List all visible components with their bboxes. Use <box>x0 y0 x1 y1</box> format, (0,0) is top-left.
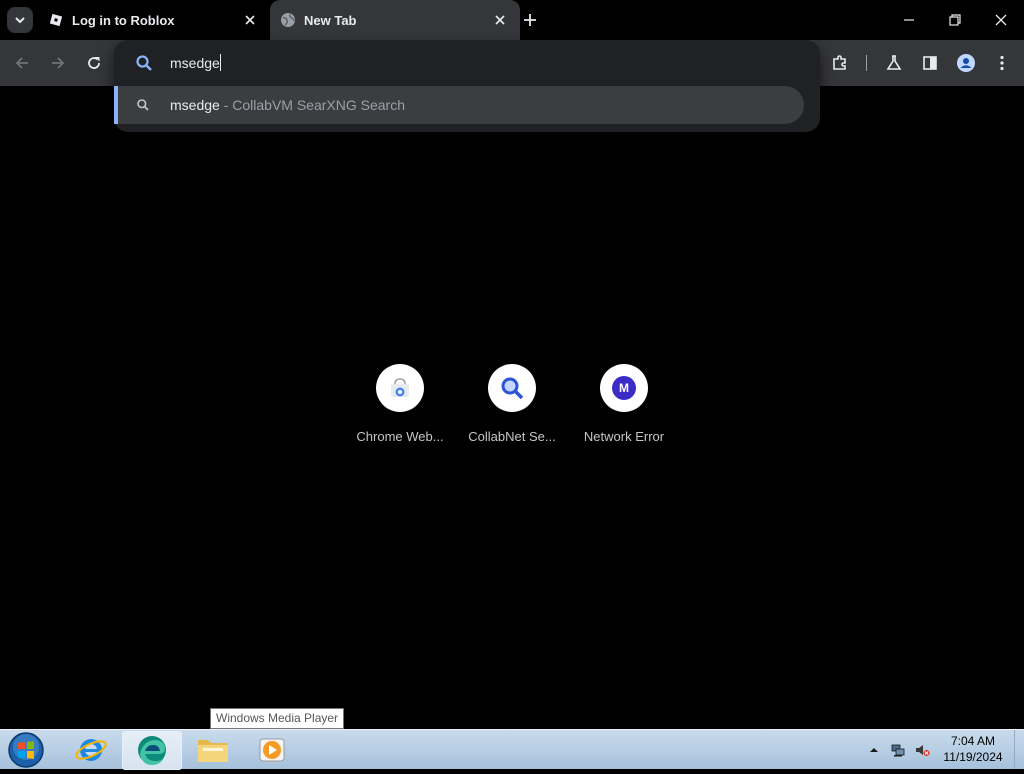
search-magnifier-icon <box>501 377 524 400</box>
search-icon <box>137 99 149 111</box>
address-bar-input[interactable] <box>170 52 770 74</box>
suggestion-query: msedge <box>170 97 220 113</box>
edge-icon <box>138 736 166 765</box>
text-caret <box>220 54 221 71</box>
minimize-icon[interactable] <box>899 10 919 30</box>
tab-roblox[interactable]: Log in to Roblox <box>38 0 270 40</box>
back-arrow-icon[interactable] <box>12 53 32 73</box>
globe-icon <box>281 13 295 27</box>
taskbar-tooltip: Windows Media Player <box>210 708 345 729</box>
chevron-down-icon <box>15 17 25 24</box>
roblox-icon <box>49 13 63 27</box>
tab-strip: Log in to Roblox New Tab <box>0 0 1024 40</box>
show-hidden-icons-arrow-icon[interactable] <box>866 742 882 758</box>
side-panel-icon[interactable] <box>920 53 940 73</box>
profile-avatar-icon[interactable] <box>956 53 976 73</box>
shortcut-network-error[interactable]: M Network Error <box>568 364 680 454</box>
taskbar-edge-browser[interactable] <box>122 731 182 770</box>
forward-arrow-icon[interactable] <box>48 53 68 73</box>
toolbar-divider <box>866 55 867 71</box>
network-icon[interactable] <box>890 742 906 758</box>
shortcut-icon-circle: M <box>600 364 648 412</box>
tab-search-button[interactable] <box>7 7 33 33</box>
close-tab-icon[interactable] <box>242 12 258 28</box>
taskbar-windows-media-player[interactable] <box>244 731 302 768</box>
chrome-web-store-icon <box>391 378 409 397</box>
taskbar-internet-explorer[interactable] <box>62 731 120 768</box>
reload-icon[interactable] <box>84 53 104 73</box>
omnibox-suggestion[interactable]: msedge - CollabVM SearXNG Search <box>114 86 804 124</box>
shortcut-icon-circle <box>376 364 424 412</box>
tab-new-tab[interactable]: New Tab <box>270 0 520 40</box>
new-tab-plus-icon[interactable] <box>520 10 540 30</box>
close-window-icon[interactable] <box>991 10 1011 30</box>
media-player-icon <box>259 738 285 762</box>
taskbar-clock[interactable]: 7:04 AM 11/19/2024 <box>936 733 1010 765</box>
clock-date: 11/19/2024 <box>943 750 1003 764</box>
shortcut-chrome-web-store[interactable]: Chrome Web... <box>344 364 456 454</box>
suggestion-text: msedge - CollabVM SearXNG Search <box>170 97 405 113</box>
letter-m-icon: M <box>612 376 636 400</box>
labs-flask-icon[interactable] <box>884 53 904 73</box>
windows-taskbar: 7:04 AM 11/19/2024 <box>0 729 1024 770</box>
folder-icon <box>198 740 228 762</box>
suggestion-description: - CollabVM SearXNG Search <box>219 97 405 113</box>
restore-icon[interactable] <box>945 10 965 30</box>
close-tab-icon[interactable] <box>492 12 508 28</box>
clock-time: 7:04 AM <box>950 734 996 748</box>
extensions-puzzle-icon[interactable] <box>830 53 850 73</box>
search-icon <box>136 55 152 71</box>
shortcut-icon-circle <box>488 364 536 412</box>
shortcut-label: Chrome Web... <box>356 429 444 444</box>
more-menu-icon[interactable] <box>992 53 1012 73</box>
suggestion-highlight-bar <box>114 86 118 124</box>
show-desktop-button[interactable] <box>1014 730 1024 769</box>
taskbar-file-explorer[interactable] <box>184 731 242 768</box>
omnibox-popup: msedge - CollabVM SearXNG Search <box>114 40 820 132</box>
internet-explorer-icon <box>75 739 107 761</box>
volume-muted-icon[interactable] <box>914 742 930 758</box>
shortcut-collabnet-search[interactable]: CollabNet Se... <box>456 364 568 454</box>
tab-title: Log in to Roblox <box>72 13 175 28</box>
shortcut-label: Network Error <box>583 429 665 444</box>
shortcut-label: CollabNet Se... <box>468 429 556 444</box>
start-button-icon[interactable] <box>6 731 46 769</box>
tab-title: New Tab <box>304 13 357 28</box>
